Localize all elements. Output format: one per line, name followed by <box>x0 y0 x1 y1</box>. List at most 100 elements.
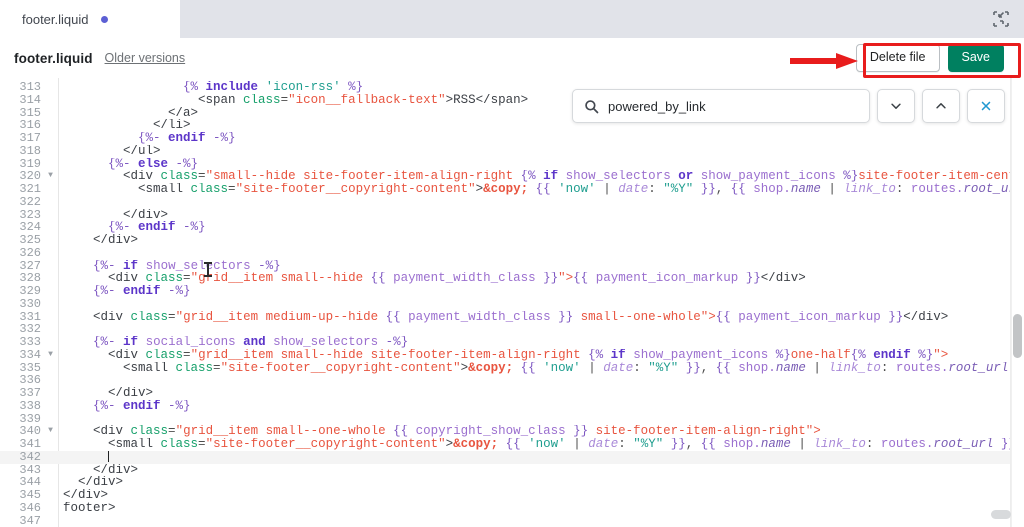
code-line[interactable]: 342 <box>0 449 1024 464</box>
code-line-text: </div> <box>93 463 139 477</box>
code-line[interactable]: 341 <small class="site-footer__copyright… <box>0 438 1024 451</box>
code-line[interactable]: 318 </ul> <box>0 143 1024 158</box>
code-line-text: <small class="site-footer__copyright-con… <box>108 438 1023 451</box>
code-line[interactable]: 322 <box>0 194 1024 209</box>
code-line-text: <div class="small--hide site-footer-item… <box>123 170 1024 183</box>
line-number: 334 <box>19 347 41 362</box>
close-icon <box>981 101 991 111</box>
editor-tab-strip: footer.liquid <box>0 0 1024 38</box>
close-find-button[interactable] <box>967 89 1005 123</box>
code-line-text: <small class="site-footer__copyright-con… <box>123 361 1023 375</box>
line-number: 314 <box>19 92 41 107</box>
code-line[interactable]: 347 <box>0 513 1024 527</box>
chevron-down-icon <box>891 103 901 109</box>
code-line[interactable]: 330 <box>0 296 1024 311</box>
line-number: 322 <box>19 194 41 209</box>
line-number: 337 <box>19 386 41 400</box>
unsaved-changes-dot <box>100 15 108 23</box>
code-line[interactable]: 319 {%- else -%} <box>0 157 1024 171</box>
code-line-text: <div class="grid__item medium-up--hide {… <box>93 310 949 324</box>
tab-strip-filler <box>180 0 978 38</box>
code-line-text: {%- else -%} <box>108 157 199 171</box>
find-next-button[interactable] <box>877 89 915 123</box>
code-line-text: <div class="grid__item small--one-whole … <box>93 425 821 438</box>
save-button[interactable]: Save <box>947 43 1004 73</box>
code-line[interactable]: 344 </div> <box>0 476 1024 489</box>
code-line[interactable]: 346 footer> <box>0 500 1024 515</box>
line-number: 346 <box>19 500 41 515</box>
code-line[interactable]: 323 </div> <box>0 208 1024 222</box>
code-line[interactable]: 328 <div class="grid__item small--hide {… <box>0 272 1024 285</box>
code-line[interactable]: 335 <small class="site-footer__copyright… <box>0 361 1024 375</box>
find-previous-button[interactable] <box>922 89 960 123</box>
line-number: 330 <box>19 296 41 311</box>
line-number: 321 <box>19 182 41 196</box>
code-line-text <box>57 450 1024 464</box>
search-input[interactable]: powered_by_link <box>572 89 870 123</box>
code-line[interactable]: 345 </div> <box>0 489 1024 502</box>
chevron-up-icon <box>936 103 946 109</box>
code-line-text: <small class="site-footer__copyright-con… <box>138 183 1024 196</box>
code-line-text: </div> <box>78 476 124 489</box>
code-line-text: {%- endif -%} <box>93 399 191 413</box>
line-number: 318 <box>19 143 41 158</box>
code-line[interactable]: 327 {%- if show_selectors -%} <box>0 259 1024 273</box>
search-input-value: powered_by_link <box>608 98 706 114</box>
code-line-text: {%- if show_selectors -%} <box>93 259 281 273</box>
code-line[interactable]: 325 </div> <box>0 234 1024 247</box>
code-lines-container[interactable]: 313 {% include 'icon-rss' %} 314 <span cl… <box>0 81 1024 527</box>
code-line[interactable]: 340 ▼ <div class="grid__item small--one-w… <box>0 425 1024 438</box>
file-toolbar: footer.liquid Older versions Delete file… <box>0 38 1024 78</box>
page-title: footer.liquid <box>14 50 93 66</box>
line-number: 342 <box>19 449 41 464</box>
line-number: 347 <box>19 513 41 527</box>
code-line-text: <div class="grid__item small--hide site-… <box>108 348 949 362</box>
search-icon <box>585 99 599 113</box>
code-line[interactable]: 324 {%- endif -%} <box>0 221 1024 234</box>
code-line[interactable]: 317 {%- endif -%} <box>0 132 1024 145</box>
code-line[interactable]: 337 </div> <box>0 387 1024 400</box>
find-widget[interactable]: powered_by_link <box>572 89 1005 123</box>
code-line-text: </div> <box>123 208 169 222</box>
fold-toggle-icon[interactable]: ▼ <box>44 349 57 362</box>
code-line-text: </div> <box>93 234 139 247</box>
code-line[interactable]: 338 {%- endif -%} <box>0 398 1024 413</box>
older-versions-link[interactable]: Older versions <box>105 51 186 65</box>
code-line-text: </div> <box>63 489 109 502</box>
code-line[interactable]: 320 ▼ <div class="small--hide site-footer… <box>0 170 1024 183</box>
code-line-text: {%- endif -%} <box>108 221 206 234</box>
line-number: 317 <box>19 131 41 145</box>
fold-toggle-icon[interactable]: ▼ <box>44 425 57 438</box>
tab-footer-liquid[interactable]: footer.liquid <box>0 0 180 38</box>
line-number: 333 <box>19 335 41 349</box>
line-number: 329 <box>19 284 41 298</box>
code-line[interactable]: 339 <box>0 412 1024 426</box>
collapse-arrows-icon[interactable] <box>978 0 1024 38</box>
tab-label: footer.liquid <box>22 11 89 27</box>
code-line[interactable]: 331 <div class="grid__item medium-up--hi… <box>0 310 1024 324</box>
code-line[interactable]: 332 <box>0 323 1024 336</box>
line-number: 313 <box>19 80 41 94</box>
line-number: 341 <box>19 437 41 451</box>
line-number: 326 <box>19 245 41 260</box>
line-number: 338 <box>19 398 41 413</box>
code-line-text: </div> <box>108 387 154 400</box>
text-caret <box>108 450 110 462</box>
fold-toggle-icon[interactable]: ▼ <box>44 170 57 183</box>
code-line-text: {%- endif -%} <box>93 285 191 298</box>
code-editor[interactable]: 313 {% include 'icon-rss' %} 314 <span cl… <box>0 78 1024 527</box>
code-line[interactable]: 326 <box>0 245 1024 260</box>
horizontal-scrollbar-thumb[interactable] <box>991 510 1011 519</box>
toolbar-action-group: Delete file Save <box>850 40 1010 77</box>
code-line-text: footer> <box>63 501 116 515</box>
code-line[interactable]: 329 {%- endif -%} <box>0 285 1024 298</box>
code-line[interactable]: 334 ▼ <div class="grid__item small--hide … <box>0 347 1024 362</box>
code-line[interactable]: 321 <small class="site-footer__copyright… <box>0 183 1024 196</box>
vertical-scrollbar-thumb[interactable] <box>1013 314 1022 358</box>
code-line[interactable]: 343 </div> <box>0 463 1024 477</box>
code-line[interactable]: 336 <box>0 374 1024 387</box>
line-number: 345 <box>19 488 41 502</box>
vertical-scrollbar[interactable] <box>1011 78 1024 527</box>
delete-file-button[interactable]: Delete file <box>855 43 940 73</box>
code-line[interactable]: 333 {%- if social_icons and show_selecto… <box>0 336 1024 349</box>
